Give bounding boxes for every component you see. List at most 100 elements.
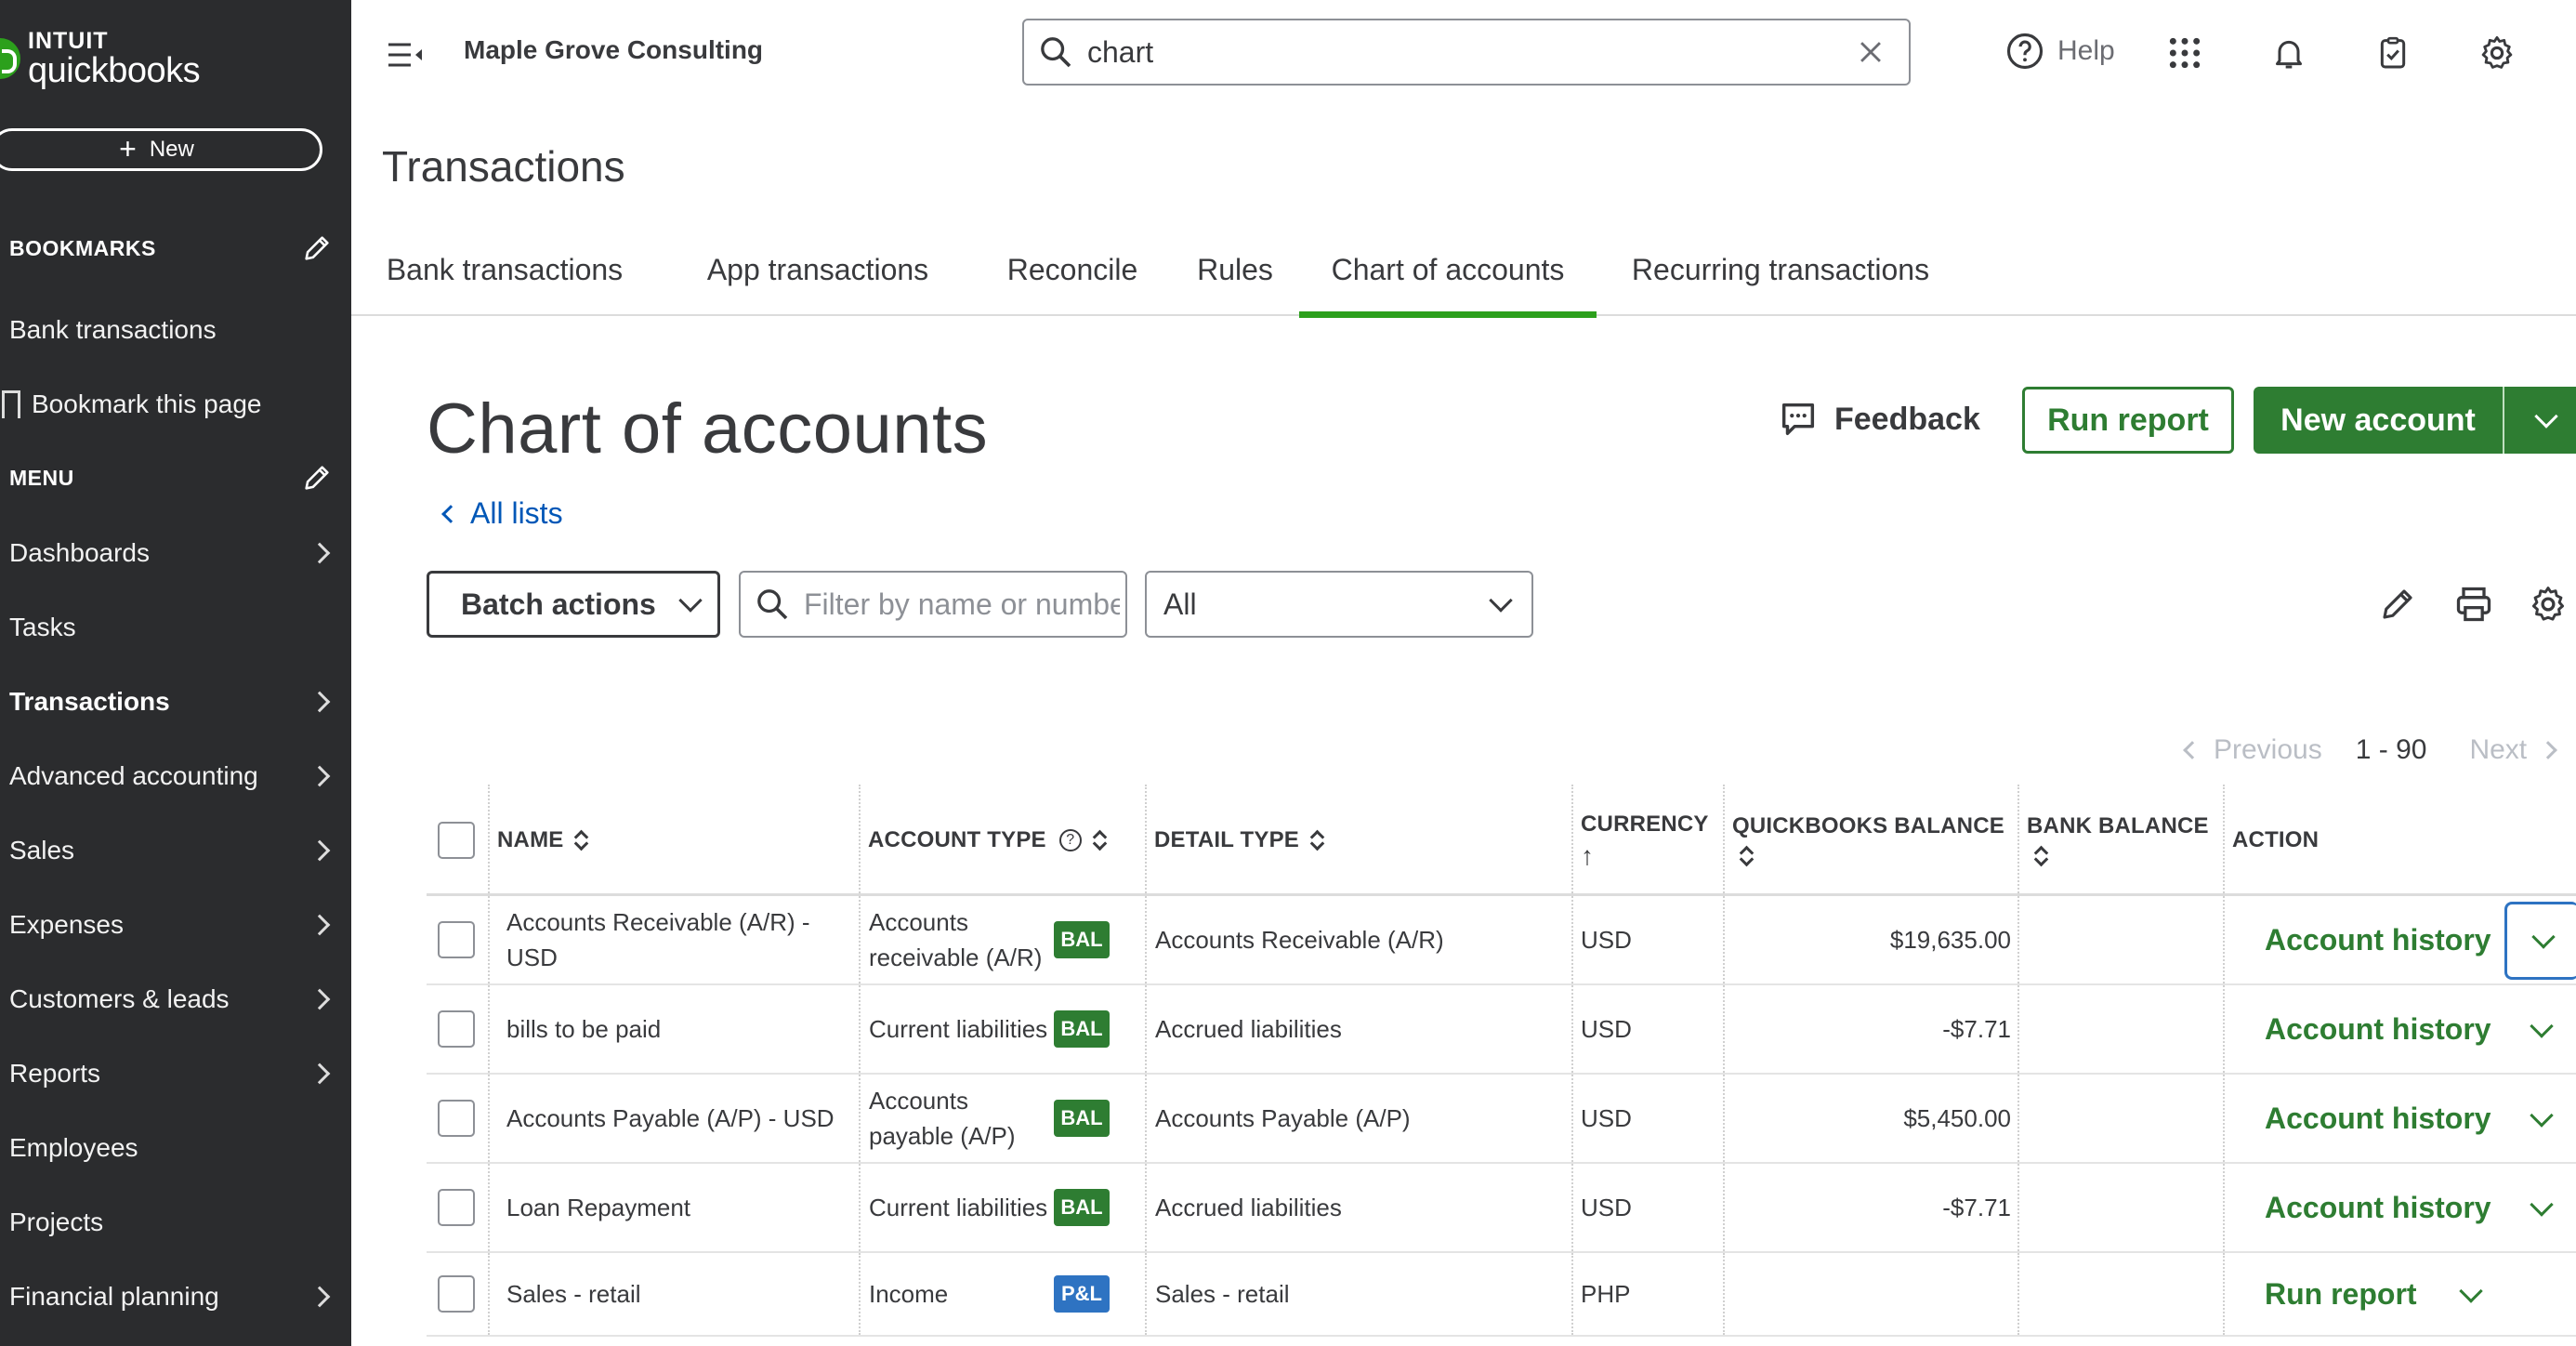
next-page-button[interactable]: Next (2469, 734, 2527, 766)
header-detail-type[interactable]: DETAIL TYPE (1145, 785, 1323, 896)
chevron-down-icon (2530, 1014, 2554, 1038)
row-action-dropdown[interactable] (2504, 1080, 2576, 1158)
edit-bookmarks-pencil-icon[interactable] (301, 232, 333, 264)
row-action-dropdown[interactable] (2504, 991, 2576, 1069)
chevron-right-icon (309, 691, 331, 713)
select-all-checkbox[interactable] (438, 822, 475, 859)
run-report-link[interactable]: Run report (2265, 1253, 2417, 1335)
global-search-input[interactable] (1087, 34, 1855, 70)
tab-app-transactions[interactable]: App transactions (684, 253, 952, 316)
sidebar-item-transactions[interactable]: Transactions (9, 674, 335, 730)
app-grid-icon[interactable] (2163, 32, 2206, 74)
qb-balance (1723, 1253, 2011, 1335)
tab-reconcile[interactable]: Reconcile (996, 253, 1149, 316)
row-select-cell (438, 985, 475, 1073)
logo-quickbooks-text: quickbooks (28, 50, 201, 90)
bookmark-bank-transactions[interactable]: Bank transactions (9, 302, 335, 358)
header-currency[interactable]: CURRENCY ↑ (1571, 785, 1709, 896)
row-action-dropdown[interactable] (2504, 902, 2576, 980)
collapse-menu-icon[interactable] (387, 41, 424, 69)
tab-chart-of-accounts[interactable]: Chart of accounts (1299, 253, 1597, 318)
help-circle-icon[interactable]: ? (1058, 829, 1082, 851)
sidebar-item-financial-planning[interactable]: Financial planning (9, 1269, 335, 1325)
chevron-down-icon (678, 588, 703, 613)
feedback-button[interactable]: Feedback (1777, 398, 1980, 441)
sidebar-item-customers-leads[interactable]: Customers & leads (9, 971, 335, 1027)
global-search[interactable] (1022, 19, 1911, 86)
row-select-cell (438, 896, 475, 983)
row-action-dropdown[interactable] (2504, 1169, 2576, 1247)
row-checkbox[interactable] (438, 921, 475, 958)
help-button[interactable]: Help (2005, 32, 2115, 71)
bell-icon[interactable] (2267, 32, 2310, 74)
account-name[interactable]: Accounts Payable (A/P) - USD (506, 1075, 850, 1162)
row-checkbox[interactable] (438, 1275, 475, 1313)
bal-badge: BAL (1054, 1100, 1110, 1137)
account-name[interactable]: bills to be paid (506, 985, 841, 1073)
bal-badge: BAL (1054, 921, 1110, 958)
header-bank-balance[interactable]: BANK BALANCE (2017, 785, 2209, 896)
detail-type: Sales - retail (1155, 1280, 1290, 1308)
arrow-up-icon: ↑ (1581, 841, 1595, 870)
batch-actions-dropdown[interactable]: Batch actions (427, 571, 720, 638)
account-name[interactable]: Loan Repayment (506, 1164, 841, 1251)
new-account-button[interactable]: New account (2254, 387, 2576, 454)
new-account-dropdown[interactable] (2504, 404, 2576, 429)
sidebar-item-sales[interactable]: Sales (9, 823, 335, 878)
table-row[interactable]: Accounts Receivable (A/R) - USD Accounts… (427, 896, 2576, 985)
company-name[interactable]: Maple Grove Consulting (464, 35, 763, 65)
account-history-link[interactable]: Account history (2265, 896, 2491, 983)
tab-label: Bank transactions (386, 253, 624, 286)
pencil-icon[interactable] (2375, 582, 2420, 627)
filter-input[interactable] (804, 587, 1120, 622)
table-row[interactable]: Accounts Payable (A/P) - USD Accounts pa… (427, 1075, 2576, 1164)
tab-bank-transactions[interactable]: Bank transactions (370, 253, 639, 316)
table-row[interactable]: bills to be paid Current liabilities BAL… (427, 985, 2576, 1075)
top-bar: Maple Grove Consulting Help (351, 0, 2576, 112)
account-name[interactable]: Accounts Receivable (A/R) - USD (506, 896, 841, 983)
tab-recurring-transactions[interactable]: Recurring transactions (1626, 253, 1935, 316)
chevron-down-icon (2530, 1103, 2554, 1128)
gear-icon[interactable] (2476, 32, 2518, 74)
sidebar-item-tasks[interactable]: Tasks (9, 600, 335, 655)
filter-field[interactable] (739, 571, 1127, 638)
bookmark-this-page[interactable]: Bookmark this page (2, 376, 335, 432)
chevron-right-icon (309, 542, 331, 564)
tab-rules[interactable]: Rules (1191, 253, 1279, 316)
table-row[interactable]: Sales - retail Income P&L Sales - retail… (427, 1253, 2576, 1337)
plus-icon: + (119, 131, 137, 165)
header-quickbooks-balance[interactable]: QUICKBOOKS BALANCE (1723, 785, 2004, 896)
sidebar-item-employees[interactable]: Employees (9, 1120, 335, 1176)
sidebar-item-expenses[interactable]: Expenses (9, 897, 335, 953)
run-report-button[interactable]: Run report (2022, 387, 2234, 454)
gear-icon[interactable] (2526, 582, 2570, 627)
table-row[interactable]: Loan Repayment Current liabilities BAL A… (427, 1164, 2576, 1253)
close-icon[interactable] (1855, 36, 1886, 68)
sidebar-item-reports[interactable]: Reports (9, 1046, 335, 1102)
new-button[interactable]: + New (0, 128, 322, 171)
edit-menu-pencil-icon[interactable] (301, 462, 333, 494)
printer-icon[interactable] (2451, 582, 2496, 627)
row-checkbox[interactable] (438, 1189, 475, 1226)
account-type-filter-select[interactable]: All (1145, 571, 1533, 638)
row-checkbox[interactable] (438, 1010, 475, 1048)
all-lists-link[interactable]: All lists (441, 496, 563, 531)
account-history-link[interactable]: Account history (2265, 1164, 2491, 1251)
quickbooks-logo[interactable]: INTUIT quickbooks (0, 26, 201, 91)
row-checkbox[interactable] (438, 1100, 475, 1137)
previous-page-button[interactable]: Previous (2214, 734, 2322, 766)
row-action-dropdown[interactable] (2434, 1257, 2508, 1333)
header-account-type[interactable]: ACCOUNT TYPE ? (859, 785, 1106, 896)
sidebar-item-projects[interactable]: Projects (9, 1194, 335, 1250)
clipboard-icon[interactable] (2372, 32, 2414, 74)
account-history-link[interactable]: Account history (2265, 1075, 2491, 1162)
account-history-link[interactable]: Account history (2265, 985, 2491, 1073)
header-name[interactable]: NAME (488, 785, 587, 896)
chevron-down-icon (2530, 925, 2556, 949)
chart-of-accounts-title: Chart of accounts (427, 389, 989, 468)
account-name[interactable]: Sales - retail (506, 1253, 841, 1335)
sidebar-item-dashboards[interactable]: Dashboards (9, 525, 335, 581)
help-circle-icon (2006, 33, 2044, 70)
qb-balance: -$7.71 (1942, 1194, 2011, 1221)
sidebar-item-advanced-accounting[interactable]: Advanced accounting (9, 748, 335, 804)
